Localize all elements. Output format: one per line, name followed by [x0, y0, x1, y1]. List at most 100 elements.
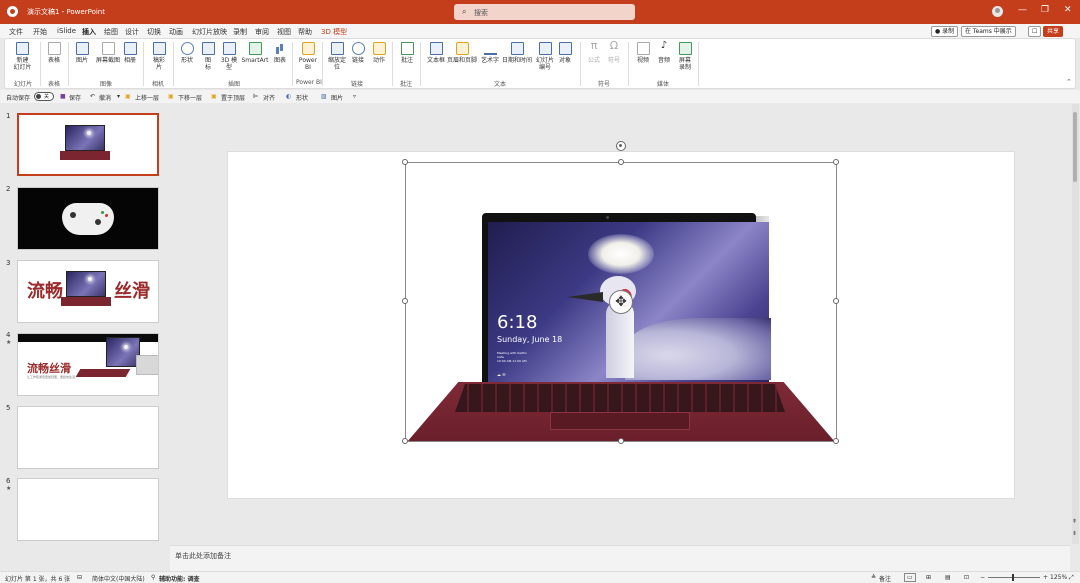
album-button[interactable]: 相册 — [121, 42, 139, 64]
next-slide-icon[interactable]: ⇟ — [1072, 530, 1077, 537]
zoom-level[interactable]: 125% — [1050, 574, 1067, 581]
zoom-slider-knob[interactable] — [1012, 574, 1014, 581]
minimize-button[interactable]: — — [1018, 5, 1027, 15]
shapes-button[interactable]: 形状 — [178, 42, 196, 64]
rotate-handle[interactable] — [616, 141, 626, 151]
autosave-toggle[interactable]: 关 — [34, 92, 54, 101]
tab-home[interactable]: 开始 — [33, 27, 47, 37]
object-button[interactable]: 对象 — [556, 42, 574, 64]
video-button[interactable]: 视频 — [634, 42, 652, 64]
zoom-out-button[interactable]: − — [980, 574, 985, 581]
search-box[interactable]: ⌕ 搜索 — [454, 4, 635, 20]
powerbi-button[interactable]: Power BI — [297, 42, 319, 71]
zoom-in-button[interactable]: + — [1043, 574, 1048, 581]
reading-view-icon[interactable]: ▤ — [945, 574, 951, 581]
resize-handle-right[interactable] — [833, 298, 839, 304]
tab-islide[interactable]: iSlide — [57, 27, 76, 35]
slide-thumbnail-6[interactable] — [17, 478, 159, 541]
tab-file[interactable]: 文件 — [9, 27, 23, 37]
equation-button[interactable]: π 公式 — [585, 40, 603, 64]
notes-toggle-button[interactable]: 备注 — [879, 574, 891, 583]
textbox-button[interactable]: 文本框 — [426, 42, 446, 64]
resize-handle-bottom[interactable] — [618, 438, 624, 444]
comments-button[interactable]: ☐ — [1028, 26, 1042, 37]
header-footer-button[interactable]: 页眉和页脚 — [446, 42, 478, 64]
tab-design[interactable]: 设计 — [125, 27, 139, 37]
spellcheck-icon[interactable]: ⊟ — [77, 574, 82, 581]
symbol-button[interactable]: Ω 符号 — [605, 40, 623, 64]
wordart-button[interactable]: 艺术字 — [480, 42, 500, 64]
resize-handle-left[interactable] — [402, 298, 408, 304]
picture-qat-button[interactable]: 图片 — [331, 93, 343, 102]
3d-models-button[interactable]: 3D 模 型 — [219, 42, 239, 71]
ribbon-separator — [292, 42, 293, 86]
slide-thumbnail-2[interactable] — [17, 187, 159, 250]
notes-pane[interactable]: 单击此处添加备注 — [170, 545, 1070, 571]
bring-to-front-button[interactable]: 置于顶层 — [221, 93, 245, 102]
present-in-teams-button[interactable]: 在 Teams 中展示 — [961, 26, 1016, 37]
screen-recording-button[interactable]: 屏幕 录制 — [676, 42, 694, 71]
restore-button[interactable]: ❐ — [1041, 5, 1049, 15]
normal-view-icon[interactable]: ▭ — [904, 573, 916, 582]
action-button[interactable]: 动作 — [370, 42, 388, 64]
slide-number-button[interactable]: 幻灯片 编号 — [534, 42, 556, 71]
slide-thumbnail-1[interactable] — [17, 113, 159, 176]
slide-thumbnail-5[interactable] — [17, 406, 159, 469]
user-avatar[interactable] — [992, 6, 1003, 17]
collapse-ribbon-icon[interactable]: ⌃ — [1066, 78, 1072, 86]
resize-handle-top-right[interactable] — [833, 159, 839, 165]
bring-forward-button[interactable]: 上移一层 — [135, 93, 159, 102]
tab-slideshow[interactable]: 幻灯片放映 — [192, 27, 227, 37]
resize-handle-top[interactable] — [618, 159, 624, 165]
group-label-text: 文本 — [494, 81, 507, 88]
header-footer-icon — [455, 42, 469, 55]
tab-review[interactable]: 审阅 — [255, 27, 269, 37]
customize-qat-icon[interactable]: ▿ — [353, 93, 356, 100]
resize-handle-top-left[interactable] — [402, 159, 408, 165]
send-backward-button[interactable]: 下移一层 — [178, 93, 202, 102]
share-button[interactable]: 共享 — [1043, 26, 1064, 37]
undo-button[interactable]: 撤消 — [99, 93, 111, 102]
close-button[interactable]: ✕ — [1064, 5, 1072, 15]
scrollbar-thumb[interactable] — [1073, 112, 1077, 182]
picture-button[interactable]: 图片 — [73, 42, 91, 64]
screenshot-button[interactable]: 屏幕截图 — [93, 42, 123, 64]
slideshow-icon[interactable]: ⊡ — [964, 574, 969, 581]
chart-button[interactable]: 图表 — [271, 42, 289, 64]
tab-3d-model[interactable]: 3D 模型 — [321, 27, 347, 37]
accessibility-status[interactable]: 辅助功能: 调查 — [159, 574, 200, 583]
tab-transitions[interactable]: 切换 — [147, 27, 161, 37]
audio-button[interactable]: ♪ 音频 — [655, 41, 673, 65]
comment-button[interactable]: 批注 — [398, 42, 416, 64]
resize-handle-bottom-left[interactable] — [402, 438, 408, 444]
table-button[interactable]: 表格 — [45, 42, 63, 64]
thumb3-title-left: 流畅 — [27, 281, 63, 302]
new-slide-button[interactable]: 新建 幻灯片 — [10, 42, 35, 71]
slide-thumbnail-4[interactable]: 流畅丝滑 让工作和游戏更加轻便，便捷地生活 — [17, 333, 159, 396]
record-button[interactable]: ● 录制 — [931, 26, 959, 37]
group-label-links: 链接 — [351, 81, 364, 88]
tab-help[interactable]: 帮助 — [298, 27, 312, 37]
resize-handle-bottom-right[interactable] — [833, 438, 839, 444]
date-time-button[interactable]: 日期和时间 — [502, 42, 532, 64]
tab-draw[interactable]: 绘图 — [104, 27, 118, 37]
icons-button[interactable]: 图 标 — [199, 42, 217, 71]
save-button[interactable]: 保存 — [69, 93, 81, 102]
shape-button[interactable]: 形状 — [296, 93, 308, 102]
tab-animations[interactable]: 动画 — [169, 27, 183, 37]
link-button[interactable]: 链接 — [349, 42, 367, 64]
tab-record[interactable]: 录制 — [233, 27, 247, 37]
tab-view[interactable]: 视图 — [277, 27, 291, 37]
slide-thumbnail-3[interactable]: 流畅 丝滑 — [17, 260, 159, 323]
gallery-button[interactable]: 稿彩 片 — [148, 42, 170, 71]
fit-to-window-icon[interactable]: ⤢ — [1069, 574, 1074, 582]
zoom-slider[interactable] — [988, 577, 1040, 578]
vertical-scrollbar[interactable] — [1072, 104, 1079, 544]
align-button[interactable]: 对齐 — [263, 93, 275, 102]
zoom-button[interactable]: 缩放定 位 — [326, 42, 348, 71]
previous-slide-icon[interactable]: ⇞ — [1072, 518, 1077, 525]
smartart-button[interactable]: SmartArt — [241, 42, 269, 64]
undo-dropdown-icon[interactable]: ▾ — [117, 93, 120, 100]
slide-sorter-icon[interactable]: ⊞ — [926, 574, 931, 581]
language-status[interactable]: 简体中文(中国大陆) — [92, 574, 145, 583]
